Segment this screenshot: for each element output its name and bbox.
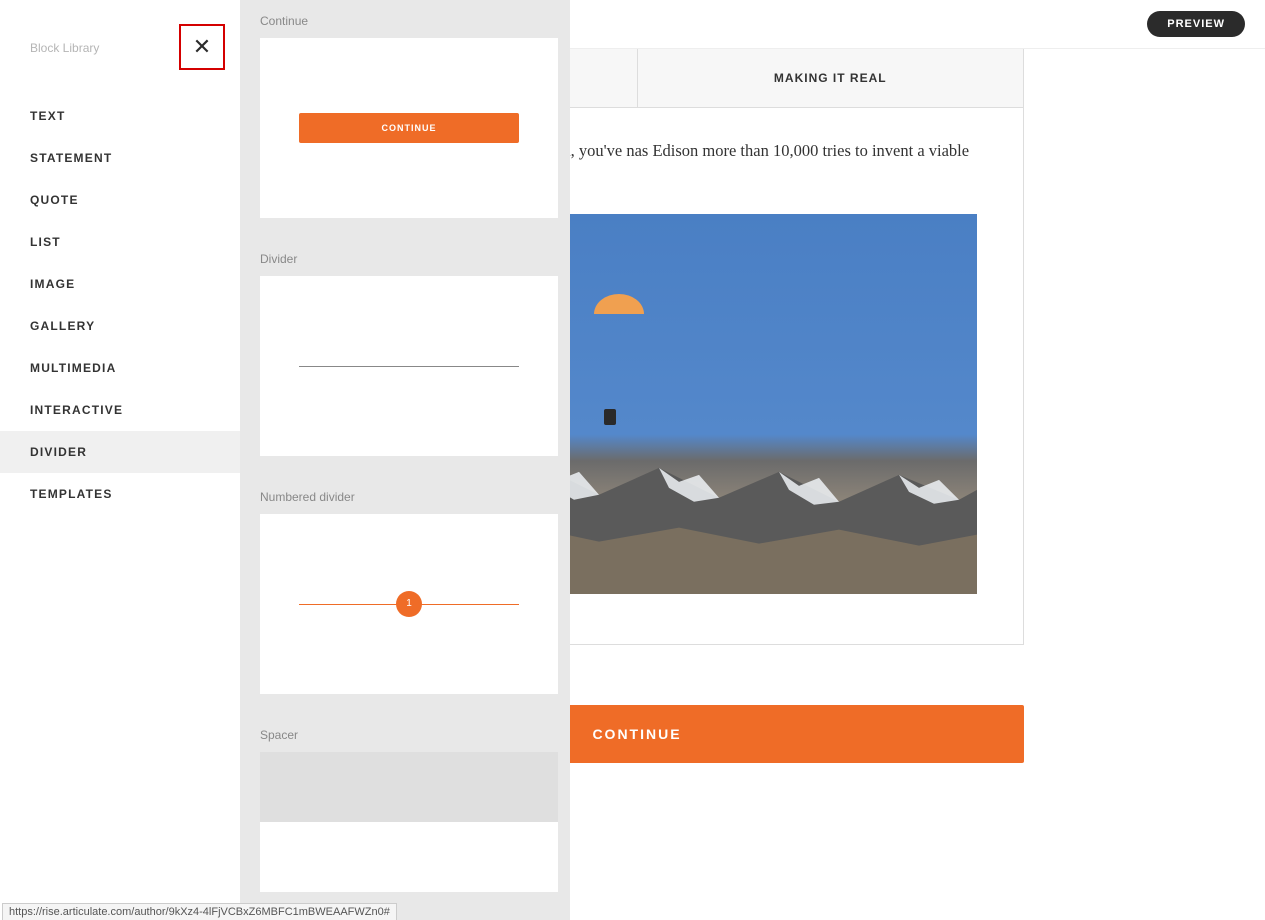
parachute-icon bbox=[594, 294, 644, 314]
block-numbered-label: Numbered divider bbox=[260, 476, 558, 514]
category-gallery[interactable]: GALLERY bbox=[0, 305, 240, 347]
block-numbered-preview[interactable]: 1 bbox=[260, 514, 558, 694]
category-divider[interactable]: DIVIDER bbox=[0, 431, 240, 473]
category-image[interactable]: IMAGE bbox=[0, 263, 240, 305]
tab-making-it-real[interactable]: MAKING IT REAL bbox=[638, 49, 1024, 107]
spacer-white bbox=[260, 822, 558, 892]
block-divider-label: Divider bbox=[260, 238, 558, 276]
sidebar-header: Block Library ✕ bbox=[0, 0, 240, 95]
category-templates[interactable]: TEMPLATES bbox=[0, 473, 240, 515]
paraglider-icon bbox=[604, 409, 616, 425]
category-statement[interactable]: STATEMENT bbox=[0, 137, 240, 179]
block-spacer-preview[interactable] bbox=[260, 752, 558, 892]
numbered-line: 1 bbox=[299, 604, 519, 605]
block-continue-section: Continue CONTINUE bbox=[260, 0, 558, 218]
block-preview-panel[interactable]: Continue CONTINUE Divider Numbered divid… bbox=[240, 0, 570, 920]
block-numbered-section: Numbered divider 1 bbox=[260, 476, 558, 694]
preview-button[interactable]: PREVIEW bbox=[1147, 11, 1245, 37]
block-divider-section: Divider bbox=[260, 238, 558, 456]
block-spacer-label: Spacer bbox=[260, 714, 558, 752]
close-button[interactable]: ✕ bbox=[179, 24, 225, 70]
category-multimedia[interactable]: MULTIMEDIA bbox=[0, 347, 240, 389]
category-list: TEXT STATEMENT QUOTE LIST IMAGE GALLERY … bbox=[0, 95, 240, 515]
category-list[interactable]: LIST bbox=[0, 221, 240, 263]
category-quote[interactable]: QUOTE bbox=[0, 179, 240, 221]
status-bar: https://rise.articulate.com/author/9kXz4… bbox=[2, 903, 397, 920]
category-interactive[interactable]: INTERACTIVE bbox=[0, 389, 240, 431]
spacer-gray bbox=[260, 752, 558, 822]
close-icon: ✕ bbox=[193, 36, 211, 58]
continue-pill: CONTINUE bbox=[299, 113, 519, 143]
numbered-circle: 1 bbox=[396, 591, 422, 617]
sidebar-title: Block Library bbox=[30, 41, 99, 55]
block-continue-label: Continue bbox=[260, 0, 558, 38]
block-library-sidebar: Block Library ✕ TEXT STATEMENT QUOTE LIS… bbox=[0, 0, 240, 920]
block-continue-preview[interactable]: CONTINUE bbox=[260, 38, 558, 218]
block-spacer-section: Spacer bbox=[260, 714, 558, 892]
divider-line bbox=[299, 366, 519, 367]
block-divider-preview[interactable] bbox=[260, 276, 558, 456]
category-text[interactable]: TEXT bbox=[0, 95, 240, 137]
